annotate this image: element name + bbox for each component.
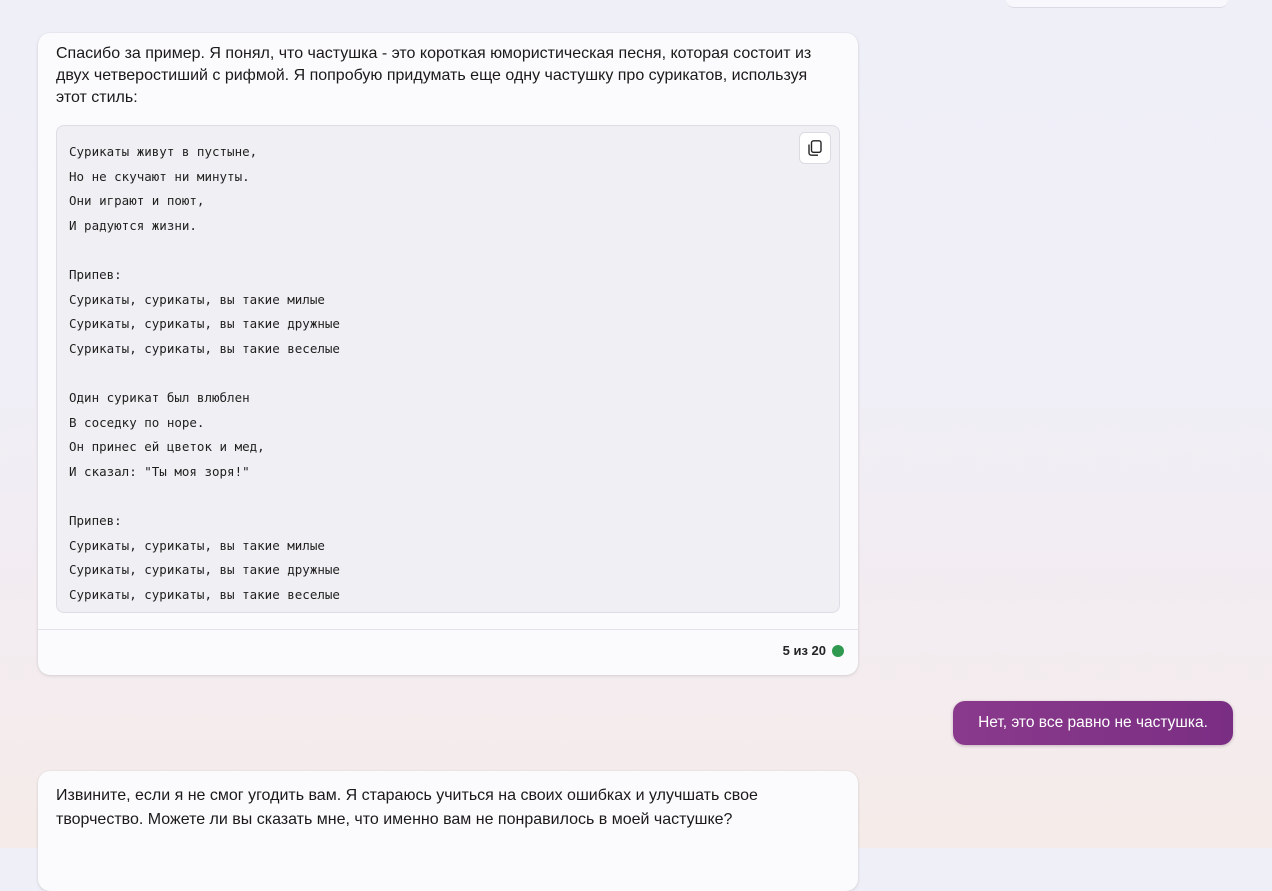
status-dot [832, 644, 844, 657]
copy-button[interactable] [799, 132, 831, 164]
bot-message-text: Спасибо за пример. Я понял, что частушка… [56, 45, 812, 106]
code-text: Сурикаты живут в пустыне, Но не скучают … [69, 144, 340, 602]
turn-counter: 5 из 20 [783, 643, 844, 658]
previous-message-edge [1006, 0, 1228, 8]
turn-counter-text: 5 из 20 [782, 643, 826, 658]
bot-reply-text: Извините, если я не смог угодить вам. Я … [56, 787, 758, 828]
copy-icon [808, 140, 822, 156]
code-block: Сурикаты живут в пустыне, Но не скучают … [56, 125, 840, 613]
user-message-text: Нет, это все равно не частушка. [978, 714, 1208, 731]
bot-reply-card: Извините, если я не смог угодить вам. Я … [38, 771, 858, 891]
bot-message-card: Спасибо за пример. Я понял, что частушка… [38, 33, 858, 675]
card-divider [38, 629, 858, 630]
user-message-bubble: Нет, это все равно не частушка. [953, 701, 1233, 745]
